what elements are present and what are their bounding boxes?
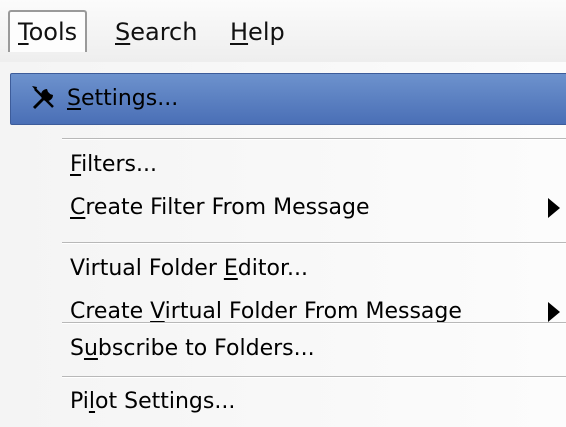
- tools-icon: [32, 86, 54, 110]
- menu-item-label: Create Filter From Message: [70, 195, 370, 220]
- menu-item-create-filter[interactable]: Create Filter From Message: [0, 183, 566, 233]
- menu-item-subscribe[interactable]: Subscribe to Folders...: [0, 324, 566, 374]
- menu-item-label: Pilot Settings...: [70, 389, 236, 414]
- mnemonic: S: [115, 18, 131, 46]
- mnemonic: T: [18, 18, 29, 46]
- menu-item-pilot-settings[interactable]: Pilot Settings...: [0, 377, 566, 427]
- mnemonic: H: [230, 18, 249, 46]
- menubar-label: earch: [130, 18, 198, 46]
- menu-item-label: Settings...: [67, 86, 179, 111]
- menubar-tools[interactable]: Tools: [8, 10, 88, 52]
- menubar-label: elp: [248, 18, 285, 46]
- menu-item-label: Subscribe to Folders...: [70, 336, 315, 361]
- menubar-search[interactable]: Search: [115, 12, 197, 52]
- menubar: Tools Search Help: [0, 0, 566, 62]
- submenu-arrow-icon: [548, 198, 560, 218]
- menubar-label: ools: [28, 18, 78, 46]
- menu-item-settings[interactable]: Settings...: [10, 73, 566, 125]
- submenu-arrow-icon: [548, 302, 560, 322]
- menubar-help[interactable]: Help: [230, 12, 285, 52]
- tools-menu: Settings... Filters... Create Filter Fro…: [0, 62, 566, 427]
